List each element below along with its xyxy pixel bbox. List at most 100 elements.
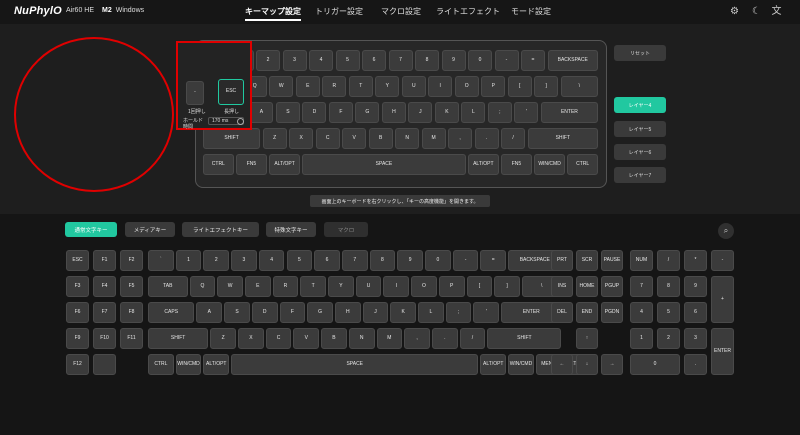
picker-key-f11[interactable]: F11 [120,328,143,349]
picker-key-num-8[interactable]: 8 [657,276,680,297]
picker-key-t[interactable]: T [300,276,327,297]
keyboard-key-s[interactable]: S [275,102,300,123]
picker-key-u[interactable]: U [355,276,382,297]
keyboard-key-sym[interactable]: . [474,128,499,149]
picker-key-i[interactable]: I [383,276,410,297]
picker-key-sym[interactable]: - [452,250,479,271]
keyboard-key-6[interactable]: 6 [362,50,386,71]
picker-key-alt-opt[interactable]: ALT/OPT [480,354,507,375]
picker-key-pgup[interactable]: PGUP [601,276,623,297]
keyboard-key-f[interactable]: F [328,102,353,123]
picker-key-9[interactable]: 9 [397,250,423,271]
language-icon[interactable]: 文 [771,6,782,17]
picker-key-f12[interactable]: F12 [66,354,89,375]
picker-key-j[interactable]: J [362,302,389,323]
picker-key-pause[interactable]: PAUSE [601,250,623,271]
keyboard-key-e[interactable]: E [295,76,320,97]
keyboard-key-g[interactable]: G [355,102,380,123]
picker-key-b[interactable]: B [321,328,347,349]
picker-key-num-3[interactable]: 3 [684,328,707,349]
picker-key-num-0[interactable]: 0 [630,354,680,375]
picker-key-f4[interactable]: F4 [93,276,116,297]
picker-key-d[interactable]: D [251,302,278,323]
picker-key-z[interactable]: Z [210,328,236,349]
keyboard-key-sym[interactable]: \ [560,76,598,97]
picker-key-m[interactable]: M [376,328,403,349]
picker-key-sym[interactable]: / [459,328,486,349]
picker-key-f[interactable]: F [279,302,306,323]
hold-key-slot[interactable]: ESC [218,79,244,105]
picker-key-6[interactable]: 6 [314,250,340,271]
keyboard-key-sym[interactable]: = [521,50,545,71]
picker-key-num-7[interactable]: 7 [630,276,653,297]
reset-button[interactable]: リセット [614,45,666,61]
picker-key-num-6[interactable]: 6 [684,302,707,323]
picker-key-n[interactable]: N [348,328,375,349]
picker-key-3[interactable]: 3 [231,250,257,271]
picker-key-h[interactable]: H [334,302,361,323]
picker-key-num-plus[interactable]: + [711,276,734,323]
keyboard-key-sym[interactable]: ] [534,76,559,97]
picker-key-end[interactable]: END [576,302,598,323]
picker-key-w[interactable]: W [217,276,243,297]
layer-5-button[interactable]: レイヤー5 [614,121,666,137]
layer-6-button[interactable]: レイヤー6 [614,144,666,160]
keyboard-key-4[interactable]: 4 [309,50,333,71]
keyboard-key-9[interactable]: 9 [441,50,466,71]
keyboard-key-m[interactable]: M [421,128,446,149]
keyboard-key-enter[interactable]: ENTER [540,102,598,123]
picker-key-a[interactable]: A [196,302,223,323]
tab-media-keys[interactable]: メディアキー [125,222,175,237]
picker-key-f9[interactable]: F9 [66,328,89,349]
keyboard-key-0[interactable]: 0 [468,50,492,71]
picker-key-v[interactable]: V [293,328,320,349]
keyboard-key-5[interactable]: 5 [335,50,360,71]
keyboard-key-sym[interactable]: , [448,128,473,149]
keyboard-key-p[interactable]: P [481,76,506,97]
picker-key-scr[interactable]: SCR [576,250,598,271]
keyboard-key-u[interactable]: U [401,76,426,97]
picker-key-c[interactable]: C [265,328,292,349]
tab-light-effect-keys[interactable]: ライトエフェクトキー [182,222,259,237]
picker-key-sym[interactable]: . [431,328,458,349]
keyboard-key-shift[interactable]: SHIFT [527,128,598,149]
keyboard-key-fn5[interactable]: FN5 [236,154,267,175]
tab-normal-keys[interactable]: 通常文字キー [65,222,117,237]
picker-key-blank[interactable] [93,354,116,375]
picker-key-num-dot[interactable]: . [684,354,707,375]
picker-key-num-num[interactable]: NUM [630,250,653,271]
picker-key-pgdn[interactable]: PGDN [601,302,623,323]
picker-key-tab[interactable]: TAB [148,276,188,297]
keyboard-key-sym[interactable]: ' [514,102,539,123]
picker-key-s[interactable]: S [224,302,250,323]
picker-key-arrow-left[interactable]: ← [551,354,573,375]
keyboard-key-win-cmd[interactable]: WIN/CMD [534,154,565,175]
picker-key-q[interactable]: Q [189,276,216,297]
keyboard-key-alt-opt[interactable]: ALT/OPT [468,154,499,175]
keyboard-key-r[interactable]: R [322,76,347,97]
keyboard-key-b[interactable]: B [368,128,393,149]
picker-key-4[interactable]: 4 [258,250,285,271]
picker-key-y[interactable]: Y [328,276,354,297]
keyboard-key-k[interactable]: K [434,102,459,123]
moon-icon[interactable]: ☾ [751,6,762,17]
picker-key-arrow-down[interactable]: ↓ [576,354,598,375]
keyboard-key-3[interactable]: 3 [282,50,307,71]
picker-key-num-sym[interactable]: / [657,250,680,271]
picker-key-f1[interactable]: F1 [93,250,116,271]
picker-key-l[interactable]: L [418,302,444,323]
picker-key-del[interactable]: DEL [551,302,573,323]
keyboard-key-o[interactable]: O [454,76,479,97]
picker-key-sym[interactable]: ; [445,302,472,323]
picker-key-o[interactable]: O [411,276,437,297]
picker-key-sym[interactable]: ' [473,302,500,323]
picker-key-g[interactable]: G [307,302,333,323]
device-name[interactable]: Air60 HE [66,7,94,14]
picker-key-ctrl[interactable]: CTRL [148,354,174,375]
picker-key-num-enter[interactable]: ENTER [711,328,734,375]
keyboard-key-2[interactable]: 2 [256,50,280,71]
picker-key-num-sym[interactable]: - [711,250,734,271]
picker-key-num-sym[interactable]: * [684,250,707,271]
keyboard-key-8[interactable]: 8 [415,50,439,71]
keyboard-key-sym[interactable]: / [501,128,526,149]
